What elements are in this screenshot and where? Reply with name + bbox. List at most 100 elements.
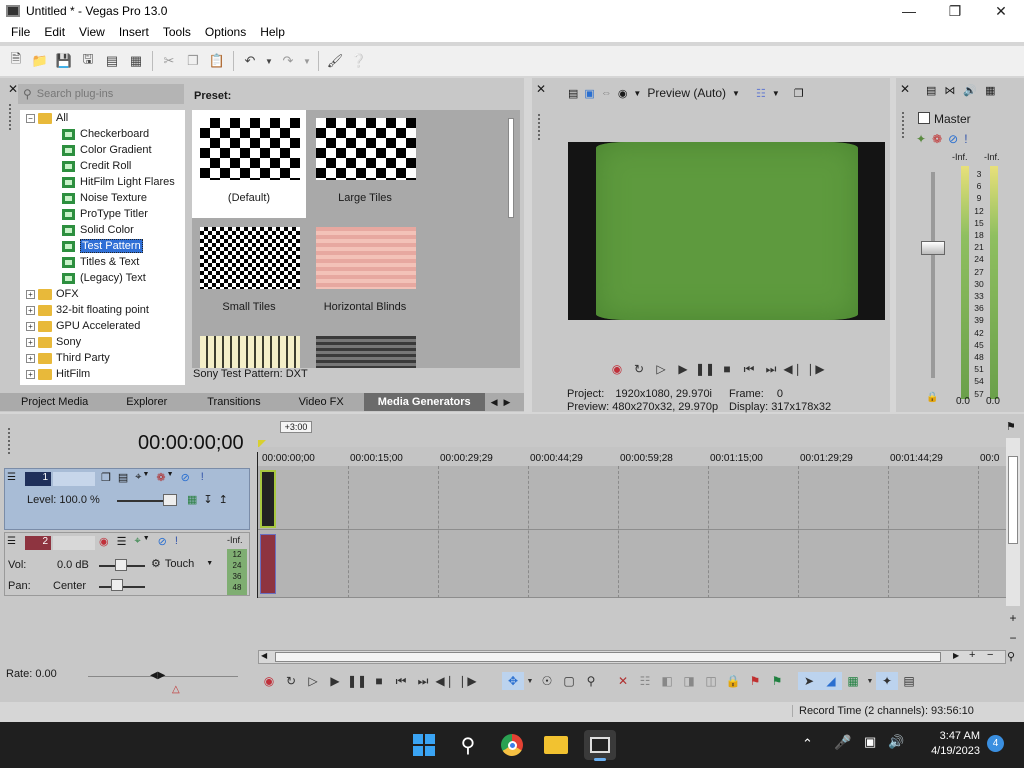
plugin-tree-item[interactable]: − All: [20, 110, 185, 126]
automation-mode[interactable]: Touch: [165, 558, 194, 570]
go-to-end-icon[interactable]: ⏭: [412, 672, 434, 690]
preview-mode-label[interactable]: Preview (Auto): [647, 86, 726, 100]
properties-icon[interactable]: ▦: [124, 49, 148, 73]
ripple-dropdown-icon[interactable]: ▼: [864, 672, 876, 690]
close-button[interactable]: ✕: [978, 0, 1024, 22]
previous-frame-icon[interactable]: ◀❘: [434, 672, 456, 690]
plugin-tree-item[interactable]: + OFX: [20, 286, 185, 302]
record-icon[interactable]: ◉: [258, 672, 280, 690]
tab-transitions[interactable]: Transitions: [179, 393, 272, 411]
undo-dropdown-icon[interactable]: ▼: [262, 49, 276, 73]
plugin-tree-item[interactable]: Titles & Text: [20, 254, 185, 270]
plugin-tree-item[interactable]: Checkerboard: [20, 126, 185, 142]
plugin-tree-item[interactable]: Solid Color: [20, 222, 185, 238]
lock-icon[interactable]: 🔒: [722, 672, 744, 690]
track-motion-icon[interactable]: ⌖: [135, 471, 141, 484]
master-fader-knob[interactable]: [921, 241, 945, 255]
vertical-scroll-thumb[interactable]: [1008, 456, 1018, 544]
master-close-icon[interactable]: ✕: [900, 82, 910, 96]
open-folder-icon[interactable]: 📁: [28, 49, 52, 73]
marker-flag-icon[interactable]: ⚑: [1006, 420, 1020, 436]
horizontal-scrollbar[interactable]: ◀ ▶ + −: [258, 649, 1006, 664]
menu-file[interactable]: File: [4, 25, 37, 39]
scroll-right-icon[interactable]: ▶: [953, 651, 959, 660]
track-fx-icon[interactable]: ❁: [156, 471, 165, 484]
trim-start-icon[interactable]: ◧: [656, 672, 678, 690]
plugin-tree-item[interactable]: + Third Party: [20, 350, 185, 366]
plugin-tree-item[interactable]: + Sony: [20, 334, 185, 350]
preview-quality-icon[interactable]: ◉: [618, 87, 628, 100]
tab-prev-arrow-icon[interactable]: ◀: [491, 397, 498, 408]
video-track-header[interactable]: ☰ 1 ❐ ▤ ⌖ ▼ ❁ ▼ ⊘ ! Level: 100.0 % ▦ ↧ ↥: [4, 468, 250, 530]
plugin-tree-item[interactable]: Color Gradient: [20, 142, 185, 158]
normal-edit-tool-icon[interactable]: ✥: [502, 672, 524, 690]
video-track-lane[interactable]: [258, 466, 1006, 530]
plugin-tree-item[interactable]: Credit Roll: [20, 158, 185, 174]
expand-icon[interactable]: +: [26, 305, 35, 315]
audio-track-lane[interactable]: [258, 530, 1006, 598]
audio-track-header[interactable]: ☰ 2 ◉ ☰ ⌖ ▼ ⊘ ! -Inf. 12 24 36 48 Vol: 0.0 …: [4, 532, 250, 596]
trim-end-icon[interactable]: ◨: [678, 672, 700, 690]
lock-envelopes-icon[interactable]: ✦: [876, 672, 898, 690]
preset-large-tiles[interactable]: Large Tiles: [308, 110, 422, 218]
undo-icon[interactable]: ↶: [238, 49, 262, 73]
go-to-start-icon[interactable]: ⏮: [738, 360, 760, 378]
preset-dark-lines-thumbnail[interactable]: [316, 336, 416, 368]
expand-icon[interactable]: +: [26, 289, 35, 299]
auto-crossfade-icon[interactable]: ◢: [820, 672, 842, 690]
menu-tools[interactable]: Tools: [156, 25, 198, 39]
timeline-timecode[interactable]: 00:00:00;00: [138, 432, 244, 455]
insert-marker-icon[interactable]: ⚑: [744, 672, 766, 690]
ignore-grouping-icon[interactable]: ▤: [898, 672, 920, 690]
preset-scrollbar[interactable]: [508, 118, 514, 218]
plugin-tree-item[interactable]: ProType Titler: [20, 206, 185, 222]
arm-record-icon[interactable]: ◉: [99, 535, 109, 548]
expand-icon[interactable]: +: [26, 369, 35, 379]
loop-playback-icon[interactable]: ↻: [280, 672, 302, 690]
dim-output-icon[interactable]: ⋈: [944, 84, 955, 97]
downmix-icon[interactable]: ▤: [926, 84, 936, 97]
chrome-icon[interactable]: [496, 730, 528, 760]
menu-edit[interactable]: Edit: [37, 25, 72, 39]
previous-frame-icon[interactable]: ◀❘: [782, 360, 804, 378]
split-icon[interactable]: ◫: [700, 672, 722, 690]
video-event-clip[interactable]: [260, 470, 276, 528]
panel-grip[interactable]: [9, 104, 13, 130]
copy-snapshot-icon[interactable]: ❐: [794, 87, 804, 100]
track-minimize-icon[interactable]: ☰: [7, 472, 21, 486]
go-to-start-icon[interactable]: ⏮: [390, 672, 412, 690]
plugin-tree-item[interactable]: +32-bit floating point: [20, 302, 185, 318]
make-compositing-child-icon[interactable]: ↧: [203, 493, 212, 506]
loop-icon[interactable]: ↻: [628, 360, 650, 378]
master-solo-icon[interactable]: !: [964, 132, 967, 146]
solo-icon[interactable]: !: [201, 471, 204, 484]
auto-ripple-icon[interactable]: ▦: [842, 672, 864, 690]
external-monitor-icon[interactable]: ▣: [584, 87, 594, 100]
plugin-search-box[interactable]: ⚲ Search plug-ins: [18, 84, 184, 104]
level-slider-knob[interactable]: [163, 494, 177, 506]
panel-grip[interactable]: [902, 112, 906, 138]
microphone-icon[interactable]: 🎤: [834, 734, 851, 751]
split-screen-icon[interactable]: ⇔: [601, 87, 612, 99]
panel-close-icon[interactable]: ✕: [8, 82, 18, 96]
video-output-fx-icon[interactable]: ▤: [568, 87, 578, 100]
make-compositing-parent-icon[interactable]: ↥: [219, 493, 228, 506]
menu-help[interactable]: Help: [253, 25, 292, 39]
save-icon[interactable]: 💾: [52, 49, 76, 73]
preset-horizontal-blinds[interactable]: Horizontal Blinds: [308, 219, 422, 327]
record-icon[interactable]: ◉: [606, 360, 628, 378]
zoom-in-vertical-icon[interactable]: +: [1006, 608, 1020, 628]
preset-small-tiles[interactable]: Small Tiles: [192, 219, 306, 327]
volume-icon[interactable]: 🔊: [888, 734, 904, 750]
audio-fx-dropdown-icon[interactable]: ▼: [143, 535, 150, 548]
horizontal-scroll-thumb[interactable]: [275, 652, 941, 662]
network-icon[interactable]: ▣: [864, 734, 876, 750]
zoom-out-horizontal-icon[interactable]: −: [987, 649, 993, 661]
stop-icon[interactable]: ■: [716, 360, 738, 378]
vegas-taskbar-icon[interactable]: [584, 730, 616, 761]
vol-slider-knob[interactable]: [115, 559, 127, 571]
timeline-grip[interactable]: [8, 428, 12, 454]
audio-event-clip[interactable]: [260, 534, 276, 594]
whats-this-help-icon[interactable]: ❔: [347, 49, 371, 73]
tab-explorer[interactable]: Explorer: [100, 393, 179, 411]
